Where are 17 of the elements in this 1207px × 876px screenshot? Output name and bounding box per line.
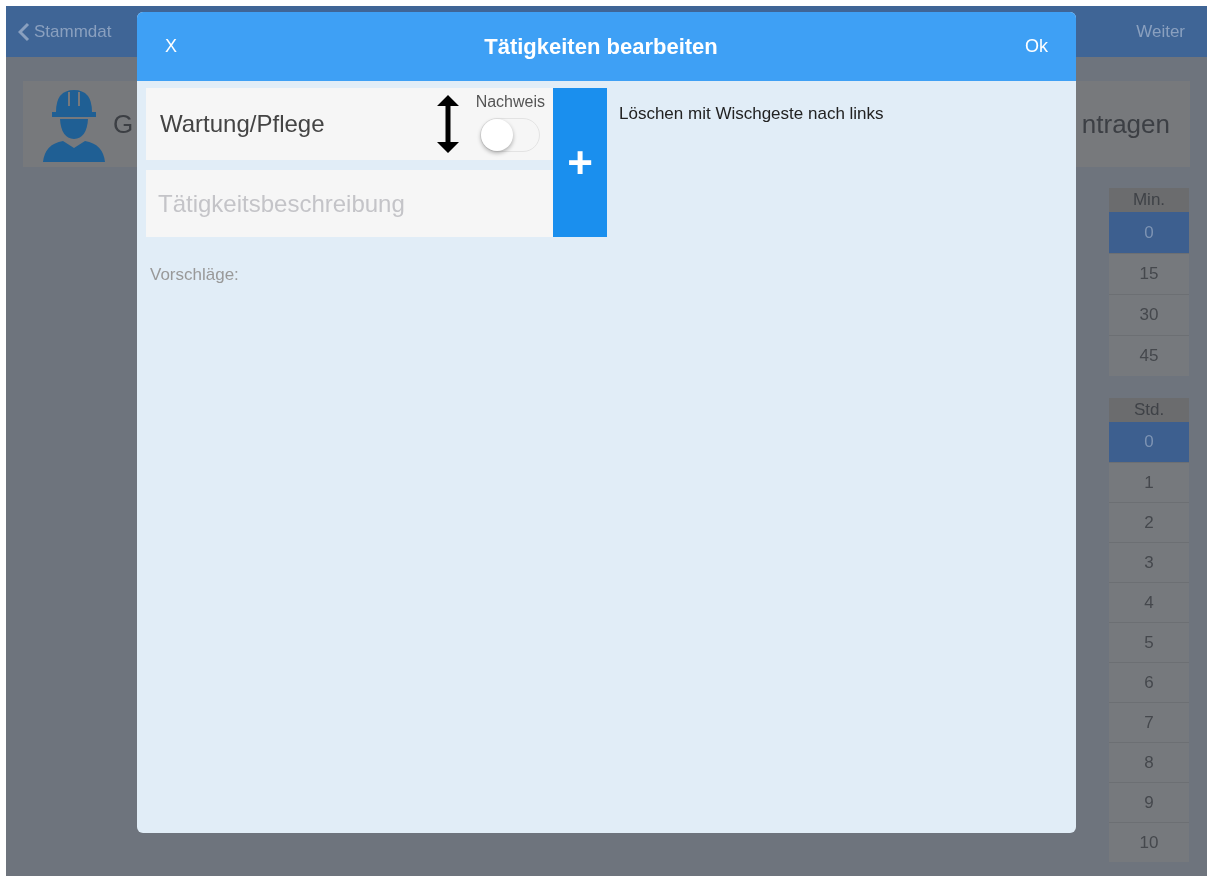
dialog-title: Tätigkeiten bearbeiten: [484, 33, 718, 61]
hint-text: Löschen mit Wischgeste nach links: [619, 103, 884, 125]
suggestions-label: Vorschläge:: [150, 264, 240, 286]
chevron-left-icon: [18, 21, 30, 42]
close-button[interactable]: X: [165, 33, 177, 60]
card-label: ntragen: [1081, 107, 1170, 141]
proof-toggle[interactable]: [480, 118, 541, 152]
picker-item[interactable]: 0: [1109, 212, 1189, 253]
card-label: G: [113, 107, 134, 141]
vertical-arrow-icon: [435, 93, 460, 155]
picker-item[interactable]: 0: [1109, 422, 1189, 462]
back-button[interactable]: Stammdat: [18, 18, 112, 45]
ok-button[interactable]: Ok: [1024, 33, 1048, 60]
activity-name: Wartung/Pflege: [160, 109, 326, 139]
toggle-label: Nachweis: [475, 92, 545, 112]
next-button[interactable]: Weiter: [1136, 18, 1185, 45]
add-button[interactable]: +: [553, 88, 607, 237]
